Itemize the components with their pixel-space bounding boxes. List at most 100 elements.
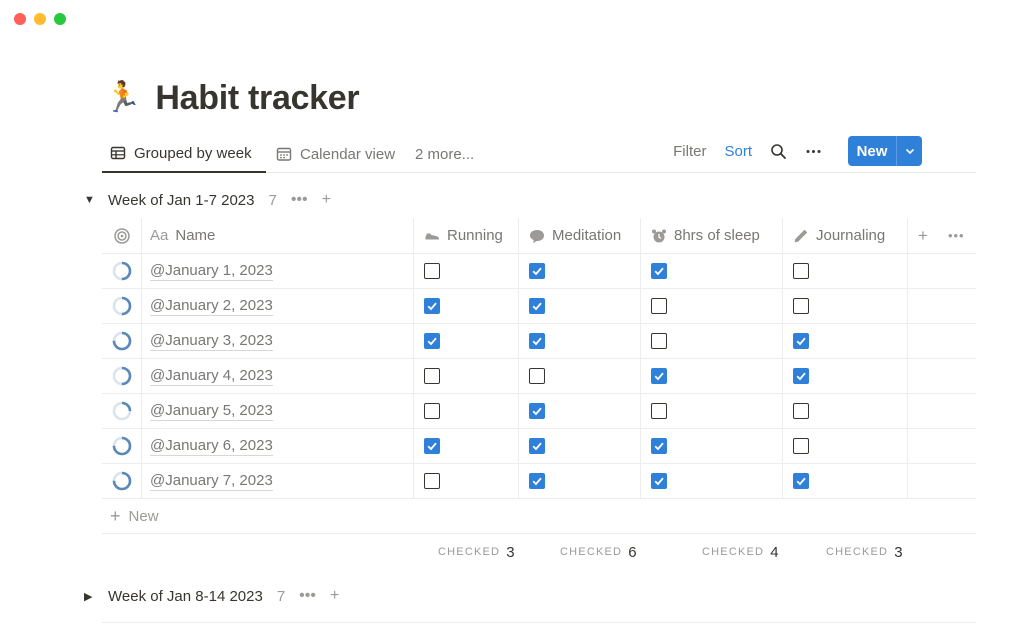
name-cell[interactable]: @January 2, 2023 bbox=[142, 289, 414, 323]
minimize-window-button[interactable] bbox=[34, 13, 46, 25]
calc-sleep[interactable]: CHECKED 4 bbox=[702, 534, 779, 570]
date-mention[interactable]: @January 5, 2023 bbox=[150, 402, 273, 421]
calc-value: 3 bbox=[894, 543, 903, 561]
date-mention[interactable]: @January 4, 2023 bbox=[150, 367, 273, 386]
column-label: 8hrs of sleep bbox=[674, 227, 760, 244]
group-add-icon[interactable]: + bbox=[322, 191, 331, 209]
journaling-checkbox[interactable] bbox=[793, 368, 809, 384]
progress-column-header[interactable] bbox=[102, 218, 142, 253]
add-column-icon[interactable]: + bbox=[918, 226, 928, 246]
running-checkbox[interactable] bbox=[424, 298, 440, 314]
sleep-checkbox[interactable] bbox=[651, 298, 667, 314]
more-views-label: 2 more... bbox=[415, 145, 475, 163]
new-dropdown-button[interactable] bbox=[897, 145, 922, 157]
calc-meditation[interactable]: CHECKED 6 bbox=[560, 534, 637, 570]
group-add-icon[interactable]: + bbox=[330, 587, 339, 605]
journaling-cell bbox=[783, 254, 908, 288]
calc-running[interactable]: CHECKED 3 bbox=[438, 534, 515, 570]
sleep-checkbox[interactable] bbox=[651, 473, 667, 489]
meditation-checkbox[interactable] bbox=[529, 368, 545, 384]
page-title[interactable]: Habit tracker bbox=[155, 79, 359, 118]
column-header-sleep[interactable]: 8hrs of sleep bbox=[641, 218, 783, 253]
journaling-checkbox[interactable] bbox=[793, 298, 809, 314]
table-row: @January 7, 2023 bbox=[102, 464, 976, 499]
meditation-cell bbox=[519, 324, 641, 358]
date-mention[interactable]: @January 6, 2023 bbox=[150, 437, 273, 456]
column-more-icon[interactable]: ••• bbox=[948, 228, 965, 243]
group-more-icon[interactable]: ••• bbox=[299, 587, 316, 605]
checkmark-icon bbox=[532, 407, 542, 416]
running-cell bbox=[414, 394, 519, 428]
sleep-checkbox[interactable] bbox=[651, 438, 667, 454]
close-window-button[interactable] bbox=[14, 13, 26, 25]
group-count: 7 bbox=[276, 587, 286, 605]
name-cell[interactable]: @January 1, 2023 bbox=[142, 254, 414, 288]
search-icon[interactable] bbox=[770, 143, 787, 160]
empty-cell bbox=[908, 254, 976, 288]
name-cell[interactable]: @January 5, 2023 bbox=[142, 394, 414, 428]
column-header-meditation[interactable]: Meditation bbox=[519, 218, 641, 253]
progress-cell bbox=[102, 429, 142, 463]
running-checkbox[interactable] bbox=[424, 368, 440, 384]
meditation-cell bbox=[519, 359, 641, 393]
date-mention[interactable]: @January 3, 2023 bbox=[150, 332, 273, 351]
running-cell bbox=[414, 429, 519, 463]
sleep-checkbox[interactable] bbox=[651, 333, 667, 349]
date-mention[interactable]: @January 2, 2023 bbox=[150, 297, 273, 316]
running-checkbox[interactable] bbox=[424, 403, 440, 419]
group-more-icon[interactable]: ••• bbox=[291, 191, 308, 209]
sleep-checkbox[interactable] bbox=[651, 403, 667, 419]
sleep-checkbox[interactable] bbox=[651, 263, 667, 279]
date-mention[interactable]: @January 1, 2023 bbox=[150, 262, 273, 281]
running-checkbox[interactable] bbox=[424, 438, 440, 454]
add-row-button[interactable]: + New bbox=[102, 499, 976, 534]
sleep-cell bbox=[641, 254, 783, 288]
zoom-window-button[interactable] bbox=[54, 13, 66, 25]
meditation-checkbox[interactable] bbox=[529, 403, 545, 419]
name-cell[interactable]: @January 6, 2023 bbox=[142, 429, 414, 463]
journaling-checkbox[interactable] bbox=[793, 403, 809, 419]
column-label: Journaling bbox=[816, 227, 886, 244]
column-header-running[interactable]: Running bbox=[414, 218, 519, 253]
name-cell[interactable]: @January 3, 2023 bbox=[142, 324, 414, 358]
journaling-checkbox[interactable] bbox=[793, 473, 809, 489]
group-title[interactable]: Week of Jan 8-14 2023 bbox=[108, 588, 263, 605]
tab-calendar-view[interactable]: Calendar view bbox=[268, 135, 403, 173]
meditation-checkbox[interactable] bbox=[529, 473, 545, 489]
calc-journaling[interactable]: CHECKED 3 bbox=[826, 534, 903, 570]
meditation-checkbox[interactable] bbox=[529, 298, 545, 314]
table-row: @January 3, 2023 bbox=[102, 324, 976, 359]
filter-button[interactable]: Filter bbox=[673, 143, 706, 160]
more-options-icon[interactable] bbox=[805, 143, 822, 160]
meditation-checkbox[interactable] bbox=[529, 438, 545, 454]
group-title[interactable]: Week of Jan 1-7 2023 bbox=[108, 192, 254, 209]
sleep-cell bbox=[641, 324, 783, 358]
column-label: Meditation bbox=[552, 227, 622, 244]
tab-grouped-by-week[interactable]: Grouped by week bbox=[102, 135, 266, 173]
meditation-checkbox[interactable] bbox=[529, 333, 545, 349]
sort-button[interactable]: Sort bbox=[724, 143, 752, 160]
name-cell[interactable]: @January 7, 2023 bbox=[142, 464, 414, 498]
journaling-checkbox[interactable] bbox=[793, 263, 809, 279]
running-checkbox[interactable] bbox=[424, 263, 440, 279]
column-header-journaling[interactable]: Journaling bbox=[783, 218, 908, 253]
speech-bubble-icon bbox=[530, 229, 544, 243]
running-checkbox[interactable] bbox=[424, 333, 440, 349]
expand-toggle-icon[interactable]: ▶ bbox=[84, 590, 108, 603]
journaling-checkbox[interactable] bbox=[793, 438, 809, 454]
name-cell[interactable]: @January 4, 2023 bbox=[142, 359, 414, 393]
collapse-toggle-icon[interactable]: ▼ bbox=[84, 194, 108, 206]
meditation-checkbox[interactable] bbox=[529, 263, 545, 279]
pencil-icon bbox=[794, 229, 808, 242]
sleep-cell bbox=[641, 289, 783, 323]
journaling-checkbox[interactable] bbox=[793, 333, 809, 349]
date-mention[interactable]: @January 7, 2023 bbox=[150, 472, 273, 491]
runner-emoji-icon[interactable]: 🏃 bbox=[104, 78, 141, 118]
column-header-name[interactable]: Aa Name bbox=[142, 218, 414, 253]
more-views-button[interactable]: 2 more... bbox=[407, 135, 482, 173]
sleep-checkbox[interactable] bbox=[651, 368, 667, 384]
running-checkbox[interactable] bbox=[424, 473, 440, 489]
calc-label: CHECKED bbox=[702, 546, 765, 558]
meditation-cell bbox=[519, 254, 641, 288]
new-button[interactable]: New bbox=[848, 136, 922, 166]
